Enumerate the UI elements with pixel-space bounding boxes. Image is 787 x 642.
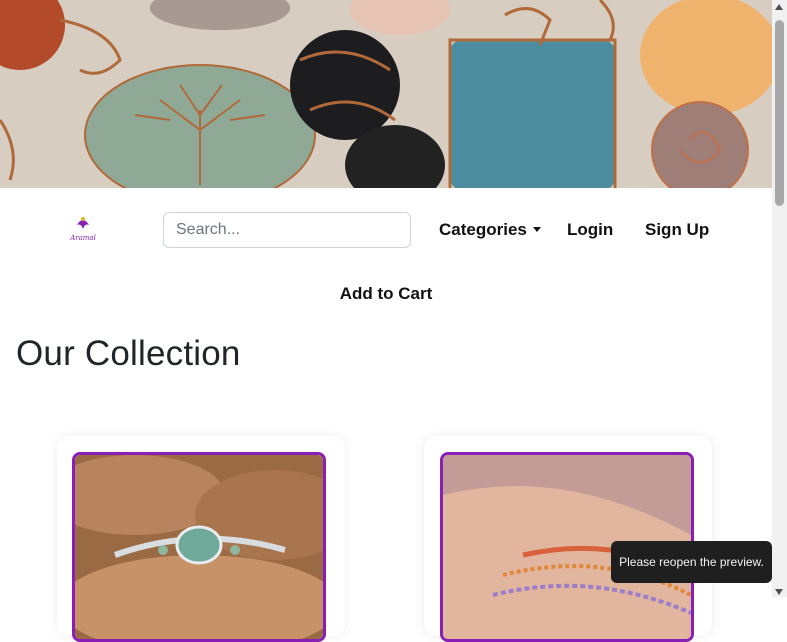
- vertical-scrollbar[interactable]: [772, 0, 787, 597]
- scroll-down-icon[interactable]: [775, 589, 783, 595]
- chevron-down-icon: [532, 227, 541, 232]
- page-title: Our Collection: [16, 334, 241, 373]
- product-card[interactable]: [57, 436, 345, 642]
- scroll-thumb[interactable]: [775, 20, 784, 206]
- product-card[interactable]: [424, 436, 712, 642]
- categories-label: Categories: [439, 220, 527, 239]
- signup-link[interactable]: Sign Up: [645, 220, 709, 240]
- ring-image: [75, 455, 323, 639]
- logo-icon: Aramal: [69, 217, 96, 242]
- product-image[interactable]: [72, 452, 326, 642]
- add-to-cart-row: Add to Cart: [0, 284, 772, 304]
- search-input[interactable]: [163, 212, 411, 248]
- brand-logo[interactable]: Aramal: [63, 213, 103, 245]
- hero-banner: [0, 0, 772, 188]
- hero-image: [0, 0, 772, 188]
- preview-toast: Please reopen the preview.: [611, 541, 772, 583]
- categories-dropdown[interactable]: Categories: [439, 220, 541, 240]
- svg-text:Aramal: Aramal: [69, 234, 96, 242]
- add-to-cart-link[interactable]: Add to Cart: [340, 284, 433, 303]
- scroll-up-icon[interactable]: [775, 4, 783, 10]
- toast-message: Please reopen the preview.: [619, 555, 764, 569]
- login-link[interactable]: Login: [567, 220, 613, 240]
